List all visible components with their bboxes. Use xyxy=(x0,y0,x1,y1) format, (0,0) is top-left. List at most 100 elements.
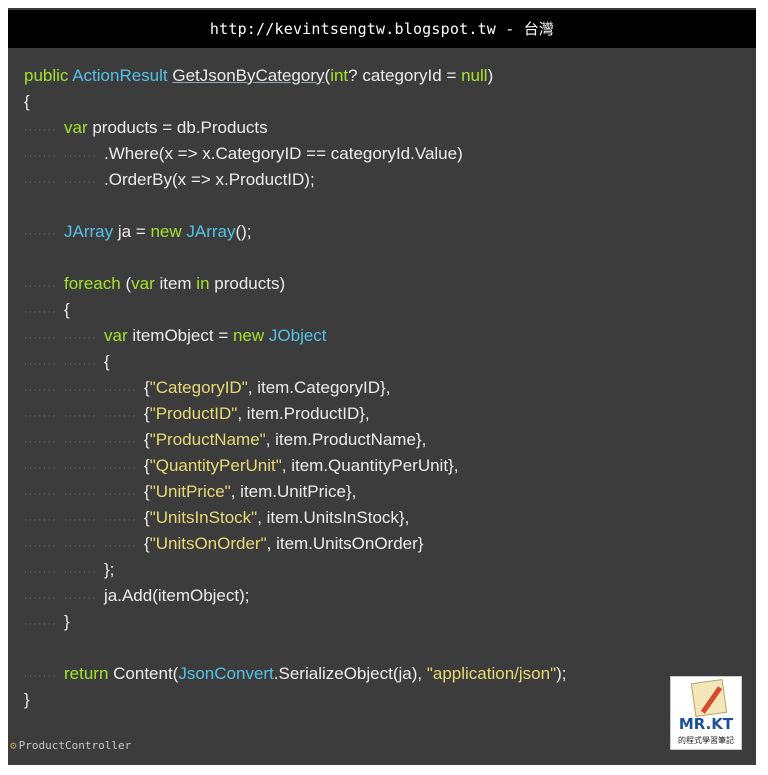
code-line[interactable]: ······· ······· ······· {"ProductID", item.… xyxy=(24,401,370,427)
blog-url-banner: http://kevintsengtw.blogspot.tw - 台灣 xyxy=(8,10,756,48)
code-line[interactable]: ·······} xyxy=(24,609,70,635)
code-line[interactable]: ······· ······· { xyxy=(24,349,110,375)
code-token: foreach xyxy=(64,274,126,293)
code-token: int xyxy=(330,66,349,85)
navigation-bar: ⚙ ProductController xyxy=(8,735,756,757)
indent-guide: ······· xyxy=(24,358,57,370)
indent-guide: ······· xyxy=(24,332,57,344)
code-token: .Where(x => x.CategoryID == categoryId.V… xyxy=(104,144,463,163)
indent-guide: ······· xyxy=(24,566,57,578)
code-token: { xyxy=(64,300,70,319)
logo-subtitle-text: 的程式學習筆記 xyxy=(678,736,734,745)
code-token: var xyxy=(131,274,160,293)
code-token: .SerializeObject(ja), xyxy=(273,664,427,683)
code-token: , item.UnitsOnOrder} xyxy=(266,534,424,553)
mrkt-logo-watermark: MR.KT 的程式學習筆記 xyxy=(670,676,742,750)
indent-guide: ······· xyxy=(64,410,97,422)
code-token: var xyxy=(64,118,93,137)
code-line[interactable]: { xyxy=(24,89,30,115)
code-token: "UnitsInStock" xyxy=(149,508,258,527)
code-token: new xyxy=(150,222,187,241)
indent-guide: ······· xyxy=(64,436,97,448)
logo-brand-text: MR.KT xyxy=(678,715,734,733)
class-icon: ⚙ xyxy=(10,739,17,752)
code-line[interactable]: ······· var products = db.Products xyxy=(24,115,268,141)
code-token: , item.ProductID}, xyxy=(237,404,370,423)
indent-guide: ······· xyxy=(24,488,57,500)
code-line[interactable]: public ActionResult GetJsonByCategory(in… xyxy=(24,63,493,89)
indent-guide: ······· xyxy=(24,384,57,396)
indent-guide: ······· xyxy=(104,384,137,396)
code-token: { xyxy=(104,352,110,371)
indent-guide: ······· xyxy=(24,280,57,292)
code-line[interactable]: ······· ······· ······· {"QuantityPerUnit",… xyxy=(24,453,458,479)
code-token: "QuantityPerUnit" xyxy=(149,456,282,475)
indent-guide: ······· xyxy=(64,488,97,500)
code-token: , item.ProductName}, xyxy=(265,430,427,449)
code-token: var xyxy=(104,326,133,345)
code-token: ActionResult xyxy=(72,66,173,85)
code-line[interactable]: ······· ······· var itemObject = new JObje… xyxy=(24,323,327,349)
indent-guide: ······· xyxy=(64,462,97,474)
code-token: JsonConvert xyxy=(178,664,274,683)
indent-guide: ······· xyxy=(64,592,97,604)
code-token: item xyxy=(159,274,197,293)
code-token: "UnitPrice" xyxy=(149,482,231,501)
indent-guide: ······· xyxy=(104,514,137,526)
code-token: }; xyxy=(104,560,115,579)
indent-guide: ······· xyxy=(24,150,57,162)
code-token: } xyxy=(24,690,30,709)
indent-guide: ······· xyxy=(104,488,137,500)
code-line[interactable]: ······· ······· ja.Add(itemObject); xyxy=(24,583,250,609)
indent-guide: ······· xyxy=(64,384,97,396)
code-token: null xyxy=(461,66,488,85)
code-line[interactable]: ······· { xyxy=(24,297,70,323)
code-line[interactable]: ······· ······· ······· {"UnitsOnOrder", it… xyxy=(24,531,423,557)
code-line[interactable]: ······· ······· ······· {"UnitPrice", item.… xyxy=(24,479,356,505)
indent-guide: ······· xyxy=(24,228,57,240)
code-token: , item.UnitsInStock}, xyxy=(257,508,410,527)
code-line[interactable]: ······· ······· ······· {"ProductName", ite… xyxy=(24,427,426,453)
code-line[interactable]: ······· return Content(JsonConvert.Serial… xyxy=(24,661,567,687)
code-token: .OrderBy(x => x.ProductID); xyxy=(104,170,315,189)
code-token: , item.CategoryID}, xyxy=(247,378,391,397)
code-token: products = db.Products xyxy=(92,118,268,137)
indent-guide: ······· xyxy=(64,566,97,578)
indent-guide: ······· xyxy=(24,592,57,604)
code-line[interactable]: ······· foreach (var item in products) xyxy=(24,271,285,297)
code-token: JArray xyxy=(64,222,114,241)
indent-guide: ······· xyxy=(64,332,97,344)
code-line[interactable]: ······· JArray ja = new JArray(); xyxy=(24,219,252,245)
indent-guide: ······· xyxy=(64,514,97,526)
code-token: ja = xyxy=(113,222,151,241)
indent-guide: ······· xyxy=(24,436,57,448)
code-token: { xyxy=(24,92,30,111)
code-token: new xyxy=(232,326,269,345)
code-line[interactable]: } xyxy=(24,687,30,713)
class-name-label[interactable]: ProductController xyxy=(19,739,132,752)
indent-guide: ······· xyxy=(64,358,97,370)
code-token: ); xyxy=(556,664,567,683)
indent-guide: ······· xyxy=(24,540,57,552)
code-token: "CategoryID" xyxy=(149,378,248,397)
indent-guide: ······· xyxy=(24,618,57,630)
indent-guide: ······· xyxy=(24,670,57,682)
code-token: "UnitsOnOrder" xyxy=(149,534,267,553)
indent-guide: ······· xyxy=(24,410,57,422)
code-line[interactable]: ······· ······· ······· {"UnitsInStock", it… xyxy=(24,505,409,531)
code-editor: public ActionResult GetJsonByCategory(in… xyxy=(8,58,756,730)
code-line[interactable]: ······· ······· .Where(x => x.CategoryID =… xyxy=(24,141,463,167)
code-line[interactable]: ······· ······· .OrderBy(x => x.ProductID)… xyxy=(24,167,315,193)
code-token: itemObject = xyxy=(132,326,233,345)
code-token: Content( xyxy=(113,664,179,683)
code-token: } xyxy=(64,612,70,631)
code-line[interactable]: ······· ······· ······· {"CategoryID", item… xyxy=(24,375,390,401)
code-token: , item.UnitPrice}, xyxy=(230,482,357,501)
code-line[interactable]: ······· ·······}; xyxy=(24,557,114,583)
code-token: GetJsonByCategory xyxy=(172,66,325,85)
indent-guide: ······· xyxy=(24,176,57,188)
code-token: ? categoryId = xyxy=(348,66,462,85)
indent-guide: ······· xyxy=(64,176,97,188)
code-token: "application/json" xyxy=(426,664,557,683)
indent-guide: ······· xyxy=(24,124,57,136)
